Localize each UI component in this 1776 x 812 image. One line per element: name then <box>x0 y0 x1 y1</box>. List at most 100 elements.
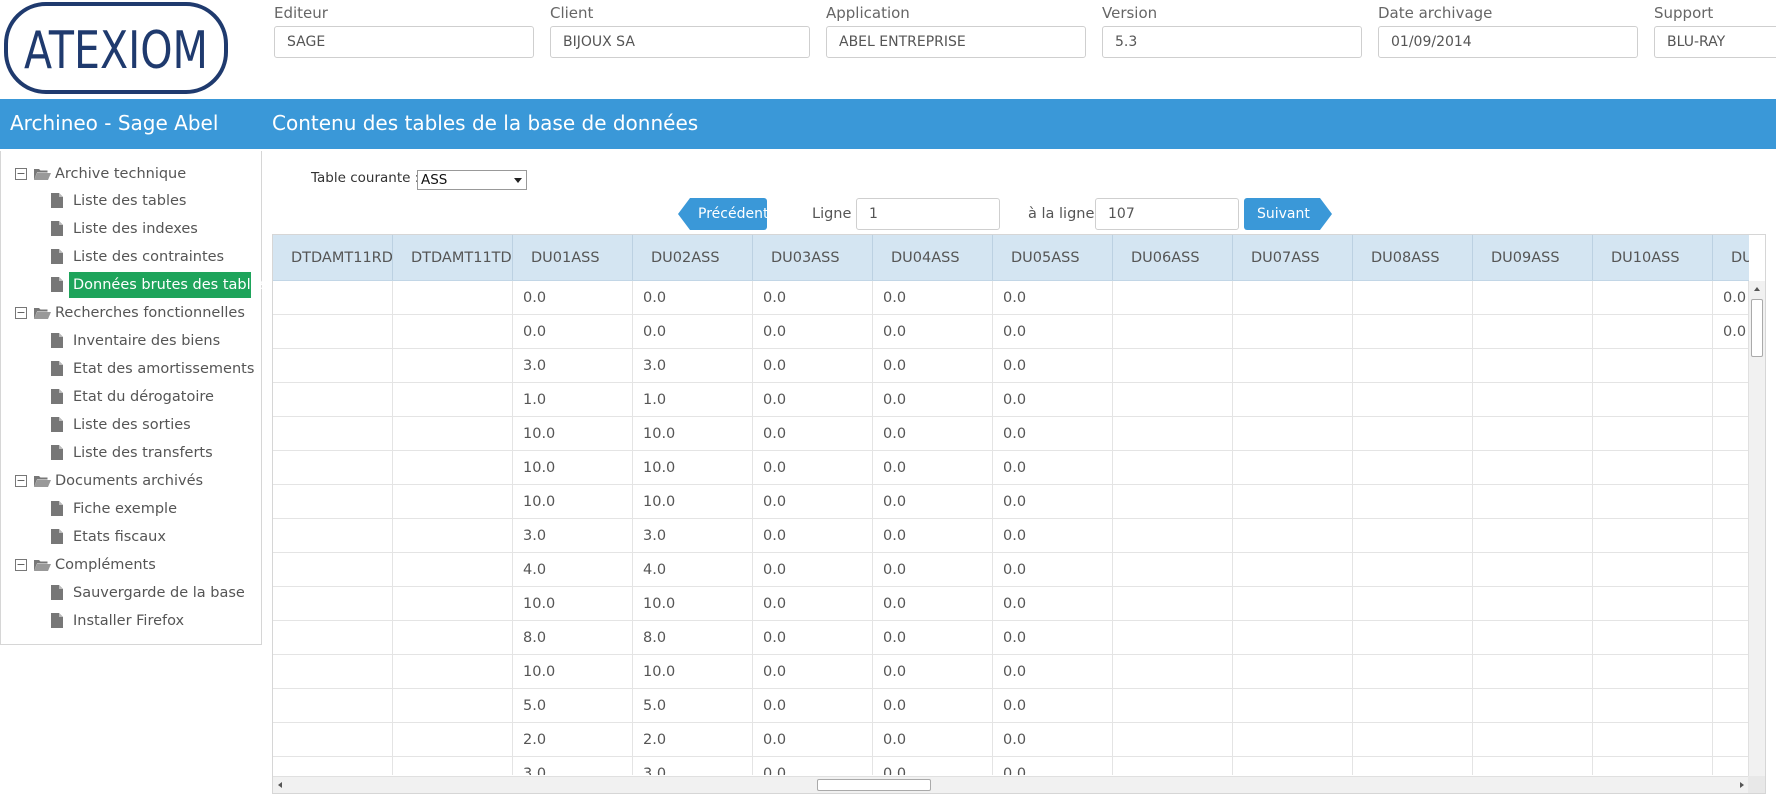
scroll-left-icon[interactable] <box>278 782 282 788</box>
table-cell <box>1113 315 1233 349</box>
table-row[interactable]: 10.0 10.0 0.0 0.0 0.0 <box>273 451 1749 485</box>
to-line-input[interactable]: 107 <box>1095 198 1239 230</box>
meta-label: Application <box>826 4 910 22</box>
table-cell <box>273 757 393 775</box>
scroll-up-icon[interactable] <box>1754 287 1760 291</box>
folder-open-icon <box>34 308 51 319</box>
meta-support: Support BLU-RAY <box>1654 4 1776 58</box>
file-icon <box>51 277 63 292</box>
editeur-field[interactable]: SAGE <box>274 26 534 58</box>
table-cell: 5.0 <box>633 689 753 723</box>
table-select[interactable]: ASS <box>417 170 527 190</box>
table-cell <box>393 315 513 349</box>
table-cell <box>1473 383 1593 417</box>
collapse-icon[interactable]: − <box>15 307 27 319</box>
column-header[interactable]: DU04ASS <box>873 235 993 280</box>
table-cell <box>1113 383 1233 417</box>
table-cell <box>1593 417 1713 451</box>
table-cell <box>1593 485 1713 519</box>
column-header[interactable]: DU01ASS <box>513 235 633 280</box>
table-row[interactable]: 0.0 0.0 0.0 0.0 0.0 0.0 <box>273 315 1749 349</box>
tree-item-label: Etats fiscaux <box>73 529 166 545</box>
table-row[interactable]: 10.0 10.0 0.0 0.0 0.0 <box>273 587 1749 621</box>
table-row[interactable]: 8.0 8.0 0.0 0.0 0.0 <box>273 621 1749 655</box>
client-field[interactable]: BIJOUX SA <box>550 26 810 58</box>
column-header[interactable]: DU05ASS <box>993 235 1113 280</box>
table-cell: 0.0 <box>753 417 873 451</box>
column-header[interactable]: DU09ASS <box>1473 235 1593 280</box>
column-header[interactable]: DU11ASS <box>1713 235 1749 280</box>
from-line-input[interactable]: 1 <box>856 198 1000 230</box>
table-row[interactable]: 3.0 3.0 0.0 0.0 0.0 <box>273 757 1749 775</box>
table-cell: 3.0 <box>633 757 753 775</box>
column-header[interactable]: DU08ASS <box>1353 235 1473 280</box>
table-row[interactable]: 10.0 10.0 0.0 0.0 0.0 <box>273 485 1749 519</box>
collapse-icon[interactable]: − <box>15 559 27 571</box>
file-icon <box>51 417 63 432</box>
column-header[interactable]: DU10ASS <box>1593 235 1713 280</box>
collapse-icon[interactable]: − <box>15 168 27 180</box>
table-row[interactable]: 2.0 2.0 0.0 0.0 0.0 <box>273 723 1749 757</box>
table-cell: 10.0 <box>513 417 633 451</box>
table-row[interactable]: 10.0 10.0 0.0 0.0 0.0 <box>273 417 1749 451</box>
table-cell <box>393 689 513 723</box>
table-row[interactable]: 3.0 3.0 0.0 0.0 0.0 <box>273 349 1749 383</box>
application-field[interactable]: ABEL ENTREPRISE <box>826 26 1086 58</box>
table-cell <box>1593 757 1713 775</box>
table-cell <box>393 723 513 757</box>
scroll-right-icon[interactable] <box>1740 782 1744 788</box>
table-row[interactable]: 3.0 3.0 0.0 0.0 0.0 <box>273 519 1749 553</box>
next-button[interactable]: Suivant <box>1244 198 1332 230</box>
table-cell <box>1113 519 1233 553</box>
column-header[interactable]: DU03ASS <box>753 235 873 280</box>
version-field[interactable]: 5.3 <box>1102 26 1362 58</box>
table-cell <box>1593 519 1713 553</box>
table-cell: 8.0 <box>513 621 633 655</box>
horizontal-scrollbar[interactable] <box>273 776 1749 793</box>
vertical-scrollbar[interactable] <box>1748 281 1765 777</box>
file-icon <box>51 193 63 208</box>
collapse-icon[interactable]: − <box>15 475 27 487</box>
table-row[interactable]: 5.0 5.0 0.0 0.0 0.0 <box>273 689 1749 723</box>
table-row[interactable]: 10.0 10.0 0.0 0.0 0.0 <box>273 655 1749 689</box>
table-cell <box>1593 689 1713 723</box>
table-cell <box>1233 621 1353 655</box>
tree-item-label: Inventaire des biens <box>73 333 221 349</box>
table-cell <box>273 621 393 655</box>
table-cell <box>1353 349 1473 383</box>
table-row[interactable]: 1.0 1.0 0.0 0.0 0.0 <box>273 383 1749 417</box>
previous-button[interactable]: Précédent <box>678 198 767 230</box>
column-header[interactable]: DU02ASS <box>633 235 753 280</box>
vertical-scroll-thumb[interactable] <box>1751 299 1763 357</box>
table-cell <box>393 417 513 451</box>
table-cell <box>393 383 513 417</box>
table-cell <box>1233 315 1353 349</box>
table-cell <box>1593 349 1713 383</box>
table-cell <box>1113 349 1233 383</box>
tree-item-label: Liste des indexes <box>73 221 198 237</box>
table-row[interactable]: 4.0 4.0 0.0 0.0 0.0 <box>273 553 1749 587</box>
table-cell <box>1353 383 1473 417</box>
table-cell: 3.0 <box>633 519 753 553</box>
column-header[interactable]: DTDAMT11RD <box>273 235 393 280</box>
file-icon <box>51 613 63 628</box>
table-cell: 0.0 <box>993 655 1113 689</box>
table-cell <box>273 417 393 451</box>
tree-item-label: Installer Firefox <box>73 613 185 629</box>
table-cell <box>393 587 513 621</box>
table-cell <box>1353 655 1473 689</box>
table-cell <box>1233 281 1353 315</box>
table-cell: 4.0 <box>513 553 633 587</box>
tree-item-label: Sauvergarde de la base <box>73 585 245 601</box>
table-cell <box>1593 587 1713 621</box>
table-select-value: ASS <box>421 172 448 188</box>
support-field[interactable]: BLU-RAY <box>1654 26 1776 58</box>
table-row[interactable]: 0.0 0.0 0.0 0.0 0.0 0.0 <box>273 281 1749 315</box>
table-cell: 3.0 <box>513 349 633 383</box>
horizontal-scroll-thumb[interactable] <box>817 779 931 791</box>
column-header[interactable]: DU06ASS <box>1113 235 1233 280</box>
column-header[interactable]: DTDAMT11TD <box>393 235 513 280</box>
table-cell <box>1713 349 1749 383</box>
date-archivage-field[interactable]: 01/09/2014 <box>1378 26 1638 58</box>
column-header[interactable]: DU07ASS <box>1233 235 1353 280</box>
